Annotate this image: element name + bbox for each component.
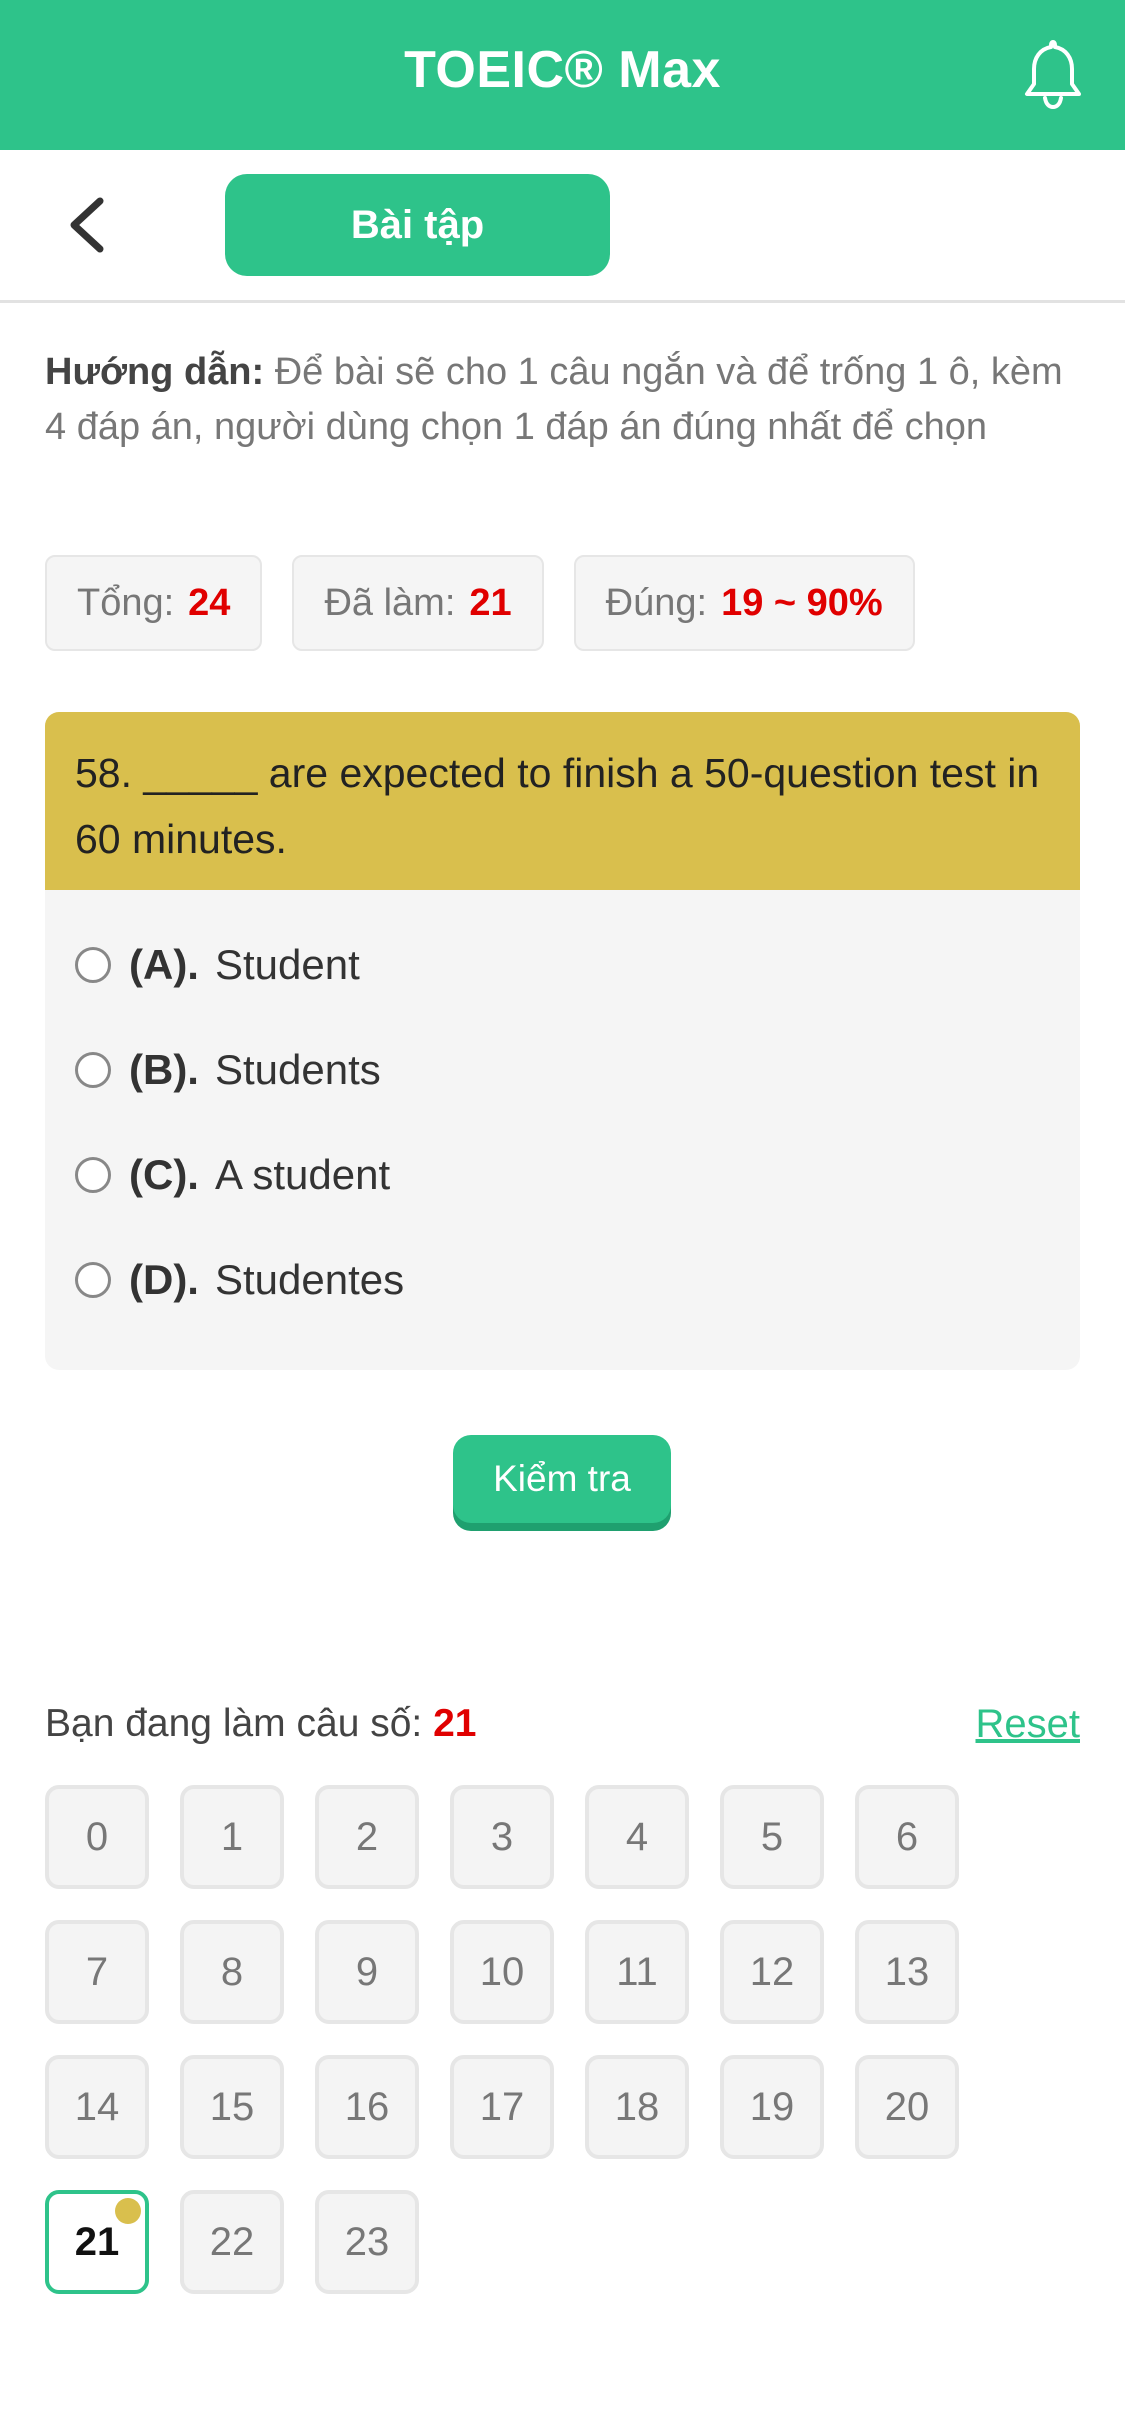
progress-label: Bạn đang làm câu số: 21 [45,1702,476,1746]
question-number-cell[interactable]: 2 [315,1785,419,1889]
question-number-label: 18 [614,2084,660,2129]
question-number-cell[interactable]: 23 [315,2190,419,2294]
question-number-label: 7 [85,1949,109,1994]
stat-done-value: 21 [469,581,512,624]
option-c[interactable]: (C). A student [45,1122,1080,1227]
option-letter: (B). [129,1045,199,1093]
current-question-number: 21 [433,1702,477,1745]
question-text: 58. _____ are expected to finish a 50-qu… [45,712,1080,890]
question-number-cell[interactable]: 20 [855,2055,959,2159]
stat-done-label: Đã làm: [324,581,456,624]
question-number-cell[interactable]: 7 [45,1920,149,2024]
question-number-label: 8 [220,1949,244,1994]
question-number-cell[interactable]: 6 [855,1785,959,1889]
question-number-cell[interactable]: 14 [45,2055,149,2159]
question-number-label: 14 [74,2084,120,2129]
question-number-label: 1 [220,1814,244,1859]
question-number-label: 23 [344,2219,390,2264]
question-number-cell[interactable]: 18 [585,2055,689,2159]
question-number-cell[interactable]: 15 [180,2055,284,2159]
question-number-label: 4 [625,1814,649,1859]
question-number-grid: 0 1 2 3 4 5 6 7 8 9 10 11 12 13 14 15 16 17 18 19 20 21 22 23 [45,1785,1045,2294]
option-text: A student [214,1150,391,1198]
question-number-cell[interactable]: 8 [180,1920,284,2024]
option-letter: (D). [129,1255,199,1303]
check-button[interactable]: Kiểm tra [453,1435,671,1523]
current-indicator-dot [115,2198,141,2224]
bell-icon[interactable] [1021,38,1085,110]
question-number-cell[interactable]: 17 [450,2055,554,2159]
option-letter: (C). [129,1150,199,1198]
question-number-cell[interactable]: 10 [450,1920,554,2024]
option-letter: (A). [129,940,199,988]
stat-total-label: Tổng: [77,581,175,624]
stat-correct-label: Đúng: [605,581,708,624]
question-number-cell[interactable]: 13 [855,1920,959,2024]
option-text: Students [214,1045,381,1093]
question-number-label: 17 [479,2084,525,2129]
progress-label-text: Bạn đang làm câu số: [45,1702,423,1745]
answer-options: (A). Student (B). Students (C). A studen… [45,890,1080,1332]
option-a[interactable]: (A). Student [45,912,1080,1017]
question-number-cell[interactable]: 21 [45,2190,149,2294]
question-number-cell[interactable]: 4 [585,1785,689,1889]
question-number-label: 21 [74,2219,120,2264]
radio-button[interactable] [75,1261,111,1298]
instructions-label: Hướng dẫn: [45,351,265,393]
instructions: Hướng dẫn: Để bài sẽ cho 1 câu ngắn và đ… [45,345,1075,455]
question-number-cell[interactable]: 9 [315,1920,419,2024]
question-number-cell[interactable]: 22 [180,2190,284,2294]
question-number-label: 22 [209,2219,255,2264]
option-d[interactable]: (D). Studentes [45,1227,1080,1332]
question-number-label: 3 [490,1814,514,1859]
stat-done: Đã làm: 21 [292,555,544,651]
radio-button[interactable] [75,1156,111,1193]
option-b[interactable]: (B). Students [45,1017,1080,1122]
radio-button[interactable] [75,1051,111,1088]
question-number-label: 13 [884,1949,930,1994]
question-card: 58. _____ are expected to finish a 50-qu… [45,712,1080,1370]
question-number-cell[interactable]: 5 [720,1785,824,1889]
question-number-label: 12 [749,1949,795,1994]
question-number-label: 0 [85,1814,109,1859]
app-header: TOEIC® Max [0,0,1125,150]
question-number-label: 15 [209,2084,255,2129]
question-number-cell[interactable]: 3 [450,1785,554,1889]
question-number-cell[interactable]: 11 [585,1920,689,2024]
question-number-cell[interactable]: 12 [720,1920,824,2024]
stat-total-value: 24 [188,581,231,624]
option-text: Studentes [214,1255,405,1303]
question-number-label: 16 [344,2084,390,2129]
question-number-label: 11 [616,1949,658,1994]
app-title: TOEIC® Max [404,41,721,99]
stats-row: Tổng: 24 Đã làm: 21 Đúng: 19 ~ 90% [45,555,915,651]
question-number-label: 5 [760,1814,784,1859]
option-text: Student [214,940,360,988]
subheader: Bài tập [0,150,1125,303]
tab-exercise[interactable]: Bài tập [225,174,610,276]
question-number-label: 19 [749,2084,795,2129]
question-number-label: 10 [479,1949,525,1994]
question-number-label: 9 [355,1949,379,1994]
question-number-label: 6 [895,1814,919,1859]
chevron-left-icon[interactable] [60,195,120,255]
question-number-label: 2 [355,1814,379,1859]
radio-button[interactable] [75,946,111,983]
reset-link[interactable]: Reset [976,1702,1081,1747]
question-number-label: 20 [884,2084,930,2129]
stat-correct: Đúng: 19 ~ 90% [573,555,915,651]
stat-correct-value: 19 ~ 90% [721,581,883,624]
question-number-cell[interactable]: 16 [315,2055,419,2159]
question-number-cell[interactable]: 0 [45,1785,149,1889]
stat-total: Tổng: 24 [45,555,263,651]
question-number-cell[interactable]: 1 [180,1785,284,1889]
question-number-cell[interactable]: 19 [720,2055,824,2159]
